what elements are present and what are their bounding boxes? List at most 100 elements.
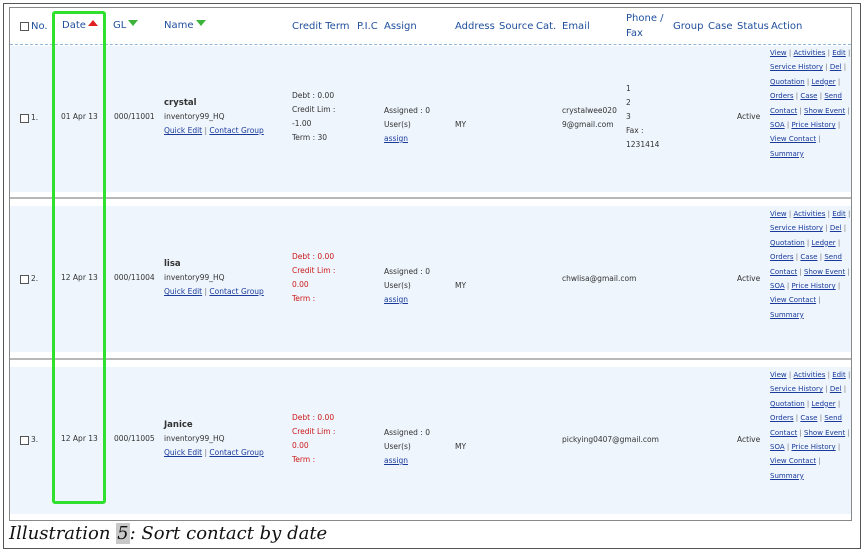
show-event-link[interactable]: Show Event (804, 107, 845, 115)
assign-link[interactable]: assign (384, 454, 408, 468)
contact-group-link[interactable]: Contact Group (209, 448, 263, 457)
quotation-link[interactable]: Quotation (770, 78, 805, 86)
quotation-link[interactable]: Quotation (770, 239, 805, 247)
sort-down-icon[interactable] (195, 20, 206, 26)
contact-name: lisa (164, 259, 181, 269)
table-row: 3. 12 Apr 13 000/11005 Janice inventory9… (10, 367, 851, 514)
del-link[interactable]: Del (830, 385, 842, 393)
service-history-link[interactable]: Service History (770, 224, 823, 232)
view-contact-link[interactable]: View Contact (770, 296, 816, 304)
show-event-link[interactable]: Show Event (804, 268, 845, 276)
phone-line1: 1 (626, 84, 631, 93)
illustration-caption: Illustration 5: Sort contact by date (9, 523, 328, 544)
view-link[interactable]: View (770, 371, 787, 379)
summary-link[interactable]: Summary (770, 150, 804, 158)
table-header: No. Date GL Name Credit Term P.I.C Assig… (10, 8, 851, 45)
quick-edit-link[interactable]: Quick Edit (164, 287, 202, 296)
credit-lim: Credit Lim : (292, 266, 336, 275)
summary-link[interactable]: Summary (770, 311, 804, 319)
del-link[interactable]: Del (830, 224, 842, 232)
edit-link[interactable]: Edit (832, 210, 846, 218)
price-history-link[interactable]: Price History (791, 282, 835, 290)
fax-number: 1231414 (626, 140, 660, 149)
header-name-label[interactable]: Name (164, 20, 194, 31)
soa-link[interactable]: SOA (770, 443, 785, 451)
status-text: Active (737, 435, 761, 444)
assigned-users: User(s) (384, 281, 411, 290)
view-link[interactable]: View (770, 210, 787, 218)
debt: Debt : 0.00 (292, 91, 335, 100)
price-history-link[interactable]: Price History (791, 121, 835, 129)
term: Term : (292, 294, 316, 303)
select-all-checkbox[interactable] (20, 21, 29, 31)
show-event-link[interactable]: Show Event (804, 429, 845, 437)
orders-link[interactable]: Orders (770, 414, 794, 422)
row-email-line1: crystalwee020 (562, 106, 617, 115)
summary-link[interactable]: Summary (770, 472, 804, 480)
edit-link[interactable]: Edit (832, 49, 846, 57)
activities-link[interactable]: Activities (793, 371, 825, 379)
case-link[interactable]: Case (800, 92, 817, 100)
quick-edit-link[interactable]: Quick Edit (164, 126, 202, 135)
ledger-link[interactable]: Ledger (811, 400, 835, 408)
assign-link[interactable]: assign (384, 132, 408, 146)
quotation-link[interactable]: Quotation (770, 400, 805, 408)
row-actions: View | Activities | Edit | Service Histo… (770, 371, 851, 480)
soa-link[interactable]: SOA (770, 121, 785, 129)
case-link[interactable]: Case (800, 414, 817, 422)
row-number: 1. (20, 111, 38, 125)
header-gl[interactable]: GL (113, 20, 139, 31)
header-date-label[interactable]: Date (62, 20, 86, 31)
credit-lim-value: -1.00 (292, 119, 312, 128)
contact-group-link[interactable]: Contact Group (209, 287, 263, 296)
header-gl-label[interactable]: GL (113, 20, 126, 31)
contact-company: inventory99_HQ (164, 112, 225, 121)
sort-down-icon[interactable] (128, 20, 139, 26)
case-link[interactable]: Case (800, 253, 817, 261)
row-gl: 000/11001 (114, 112, 155, 121)
service-history-link[interactable]: Service History (770, 385, 823, 393)
header-no: No. (20, 21, 48, 32)
ledger-link[interactable]: Ledger (811, 239, 835, 247)
view-link[interactable]: View (770, 49, 787, 57)
quick-edit-link[interactable]: Quick Edit (164, 448, 202, 457)
del-link[interactable]: Del (830, 63, 842, 71)
orders-link[interactable]: Orders (770, 253, 794, 261)
price-history-link[interactable]: Price History (791, 443, 835, 451)
term: Term : (292, 455, 316, 464)
row-checkbox[interactable] (20, 113, 29, 123)
credit-lim: Credit Lim : (292, 427, 336, 436)
row-actions: View | Activities | Edit | Service Histo… (770, 210, 851, 319)
contact-company: inventory99_HQ (164, 273, 225, 282)
term: Term : 30 (292, 133, 328, 142)
header-fax: Fax (626, 28, 643, 39)
header-date[interactable]: Date (62, 20, 98, 31)
activities-link[interactable]: Activities (793, 210, 825, 218)
row-email-line2: 9@gmail.com (562, 120, 614, 129)
view-contact-link[interactable]: View Contact (770, 135, 816, 143)
ledger-link[interactable]: Ledger (811, 78, 835, 86)
row-address: MY (455, 281, 467, 290)
header-name[interactable]: Name (164, 20, 206, 31)
header-status: Status (737, 21, 769, 32)
row-links: Quick Edit | Contact Group (164, 448, 264, 457)
row-date: 01 Apr 13 (61, 112, 98, 121)
assign-link[interactable]: assign (384, 293, 408, 307)
row-checkbox[interactable] (20, 274, 29, 284)
service-history-link[interactable]: Service History (770, 63, 823, 71)
row-checkbox[interactable] (20, 435, 29, 445)
header-cat: Cat. (536, 21, 557, 32)
row-links: Quick Edit | Contact Group (164, 287, 264, 296)
edit-link[interactable]: Edit (832, 371, 846, 379)
sort-up-icon[interactable] (87, 20, 98, 26)
phone-line2: 2 (626, 98, 631, 107)
orders-link[interactable]: Orders (770, 92, 794, 100)
view-contact-link[interactable]: View Contact (770, 457, 816, 465)
soa-link[interactable]: SOA (770, 282, 785, 290)
activities-link[interactable]: Activities (793, 49, 825, 57)
debt: Debt : 0.00 (292, 252, 335, 261)
header-action: Action (771, 21, 803, 32)
row-number: 2. (20, 272, 38, 286)
assigned-users: User(s) (384, 120, 411, 129)
contact-group-link[interactable]: Contact Group (209, 126, 263, 135)
